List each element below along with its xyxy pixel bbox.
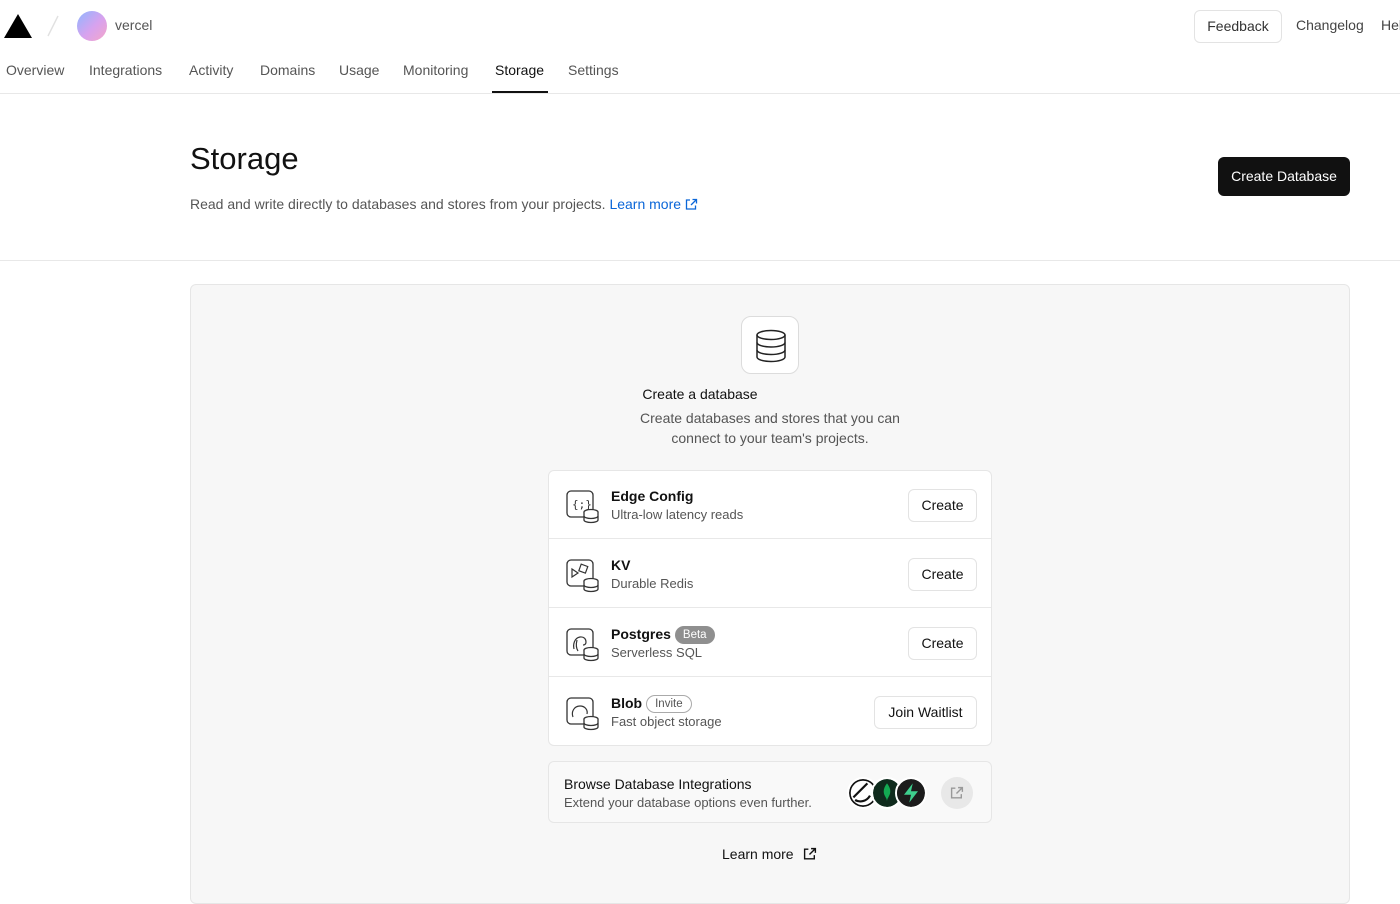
empty-state-description: Create databases and stores that you can… (640, 410, 900, 446)
list-item-kv: KV Durable Redis Create (549, 540, 991, 608)
tab-integrations[interactable]: Integrations (89, 62, 162, 78)
database-subtitle: Serverless SQL (611, 645, 703, 660)
edge-config-icon: {;} (566, 490, 599, 524)
external-link-icon (685, 198, 698, 210)
beta-badge: Beta (674, 626, 715, 644)
separator-slash (47, 15, 59, 37)
database-name-wrap: Postgres Beta (611, 626, 715, 644)
create-postgres-button[interactable]: Create (908, 627, 977, 660)
database-list: {;} Edge Config Ultra-low latency reads … (548, 470, 992, 746)
database-icon (756, 329, 786, 363)
supabase-icon (895, 777, 927, 809)
database-subtitle: Durable Redis (611, 576, 694, 591)
page-description: Read and write directly to databases and… (190, 196, 698, 212)
tab-overview[interactable]: Overview (6, 62, 64, 78)
empty-state-title-wrap: Create a database (0, 386, 1400, 404)
postgres-icon (566, 628, 599, 662)
tab-activity[interactable]: Activity (189, 62, 233, 78)
tab-usage[interactable]: Usage (339, 62, 379, 78)
database-name-wrap: Blob Invite (611, 695, 692, 713)
vercel-triangle-icon[interactable] (4, 14, 32, 38)
top-bar: vercel Feedback Changelog Help (0, 0, 1400, 52)
tab-storage[interactable]: Storage (495, 62, 544, 78)
create-edge-config-button[interactable]: Create (908, 489, 977, 522)
changelog-link[interactable]: Changelog (1296, 17, 1364, 33)
join-waitlist-button[interactable]: Join Waitlist (874, 696, 977, 729)
team-name[interactable]: vercel (115, 17, 152, 33)
page-description-text: Read and write directly to databases and… (190, 196, 606, 212)
active-tab-indicator (492, 91, 548, 93)
external-link-icon (804, 847, 817, 860)
learn-more-bottom-label: Learn more (722, 846, 794, 862)
database-subtitle: Fast object storage (611, 714, 722, 729)
team-avatar[interactable] (77, 11, 107, 41)
create-database-button[interactable]: Create Database (1218, 157, 1350, 196)
database-name: KV (611, 557, 631, 573)
tab-settings[interactable]: Settings (568, 62, 619, 78)
browse-title: Browse Database Integrations (564, 776, 752, 792)
nav-tabs: Overview Integrations Activity Domains U… (0, 52, 1400, 94)
help-link[interactable]: Help (1381, 17, 1400, 33)
database-subtitle: Ultra-low latency reads (611, 507, 744, 522)
section-divider (0, 260, 1400, 261)
database-name: Postgres (611, 626, 671, 642)
external-link-icon (950, 786, 964, 799)
browse-external-button[interactable] (941, 777, 973, 809)
browse-subtitle: Extend your database options even furthe… (564, 795, 812, 810)
database-name: Edge Config (611, 488, 694, 504)
database-icon-box (741, 316, 799, 374)
tab-domains[interactable]: Domains (260, 62, 315, 78)
learn-more-label: Learn more (609, 196, 682, 212)
list-item-blob: Blob Invite Fast object storage Join Wait… (549, 678, 991, 746)
list-item-postgres: Postgres Beta Serverless SQL Create (549, 609, 991, 677)
feedback-button[interactable]: Feedback (1194, 10, 1282, 43)
empty-state-title: Create a database (642, 386, 758, 402)
learn-more-bottom-link[interactable]: Learn more (722, 846, 817, 862)
kv-icon (566, 559, 599, 593)
learn-more-link[interactable]: Learn more (609, 196, 698, 212)
tab-monitoring[interactable]: Monitoring (403, 62, 468, 78)
database-name: Blob (611, 695, 643, 711)
browse-integrations-card[interactable]: Browse Database Integrations Extend your… (548, 761, 992, 823)
invite-badge: Invite (646, 695, 692, 713)
create-kv-button[interactable]: Create (908, 558, 977, 591)
blob-icon (566, 697, 599, 731)
page-title: Storage (190, 141, 299, 176)
list-item-edge-config: {;} Edge Config Ultra-low latency reads … (549, 471, 991, 539)
